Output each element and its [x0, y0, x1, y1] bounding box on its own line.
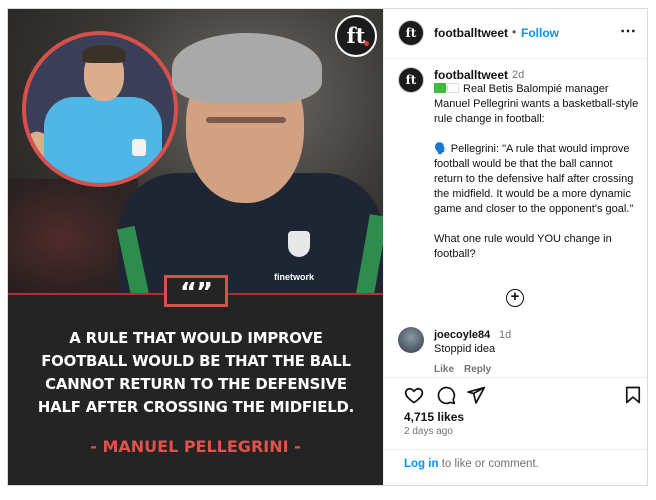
- add-circle-icon[interactable]: +: [506, 289, 524, 307]
- instagram-post: finetwork ft “” A RULE THAT WOULD IMPROV…: [7, 8, 648, 486]
- post-header: ft footballtweet • Follow ⋯: [384, 9, 647, 59]
- follow-button[interactable]: Follow: [521, 26, 559, 40]
- caption-time[interactable]: 2d: [512, 69, 524, 81]
- action-divider: [384, 377, 647, 378]
- bookmark-icon[interactable]: [623, 385, 643, 405]
- login-link[interactable]: Log in: [404, 458, 439, 470]
- login-prompt: Log in to like or comment.: [404, 458, 539, 470]
- quote-text: A RULE THAT WOULD IMPROVE FOOTBALL WOULD…: [37, 329, 355, 416]
- caption-line: Real Betis Balompié manager Manuel Pelle…: [434, 83, 642, 125]
- flag-icon: [434, 83, 446, 93]
- more-options-icon[interactable]: ⋯: [620, 21, 636, 41]
- avatar[interactable]: ft: [398, 20, 424, 46]
- caption-line: 🗣️ Pellegrini: "A rule that would improv…: [434, 143, 637, 215]
- comment-icon[interactable]: [436, 385, 456, 405]
- coach-brow: [206, 117, 286, 123]
- username-link[interactable]: footballtweet: [434, 26, 508, 40]
- comment-text: Stoppid idea: [434, 343, 496, 355]
- club-crest: [288, 231, 310, 257]
- quote-author: - MANUEL PELLEGRINI -: [90, 437, 301, 456]
- separator: •: [512, 25, 517, 39]
- quote-mark-icon: “”: [164, 275, 228, 308]
- comment-like-button[interactable]: Like: [434, 364, 454, 375]
- logo-dot: [364, 41, 369, 46]
- caption-username[interactable]: footballtweet: [434, 68, 508, 82]
- comment-username[interactable]: joecoyle84: [434, 329, 490, 341]
- sponsor-text: finetwork: [274, 272, 315, 282]
- post-sidebar: ft footballtweet • Follow ⋯ ft footballt…: [383, 9, 647, 485]
- brand-logo: ft: [335, 15, 377, 57]
- comment-reply-button[interactable]: Reply: [464, 364, 491, 375]
- post-date[interactable]: 2 days ago: [404, 426, 453, 437]
- commenter-avatar[interactable]: [398, 327, 424, 353]
- caption-avatar[interactable]: ft: [398, 67, 424, 93]
- share-icon[interactable]: [466, 385, 486, 405]
- coach-photo: finetwork: [116, 25, 383, 313]
- likes-count[interactable]: 4,715 likes: [404, 410, 464, 424]
- login-rest: to like or comment.: [438, 458, 539, 470]
- caption-text: Real Betis Balompié manager Manuel Pelle…: [434, 82, 644, 262]
- coach-hair: [172, 33, 322, 103]
- caption-line: What one rule would YOU change in footba…: [434, 233, 615, 260]
- flag-icon: [447, 83, 459, 93]
- post-image[interactable]: finetwork ft “” A RULE THAT WOULD IMPROV…: [8, 9, 383, 485]
- comment-time: 1d: [499, 329, 512, 341]
- brand-logo-text: ft: [346, 23, 366, 48]
- heart-icon[interactable]: [404, 385, 424, 405]
